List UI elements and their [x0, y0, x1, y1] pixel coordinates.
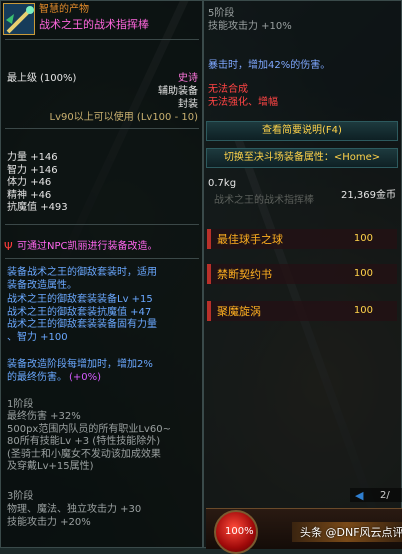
- bind-status: 封装: [178, 99, 198, 110]
- stat-vit: 体力 +46: [7, 177, 52, 188]
- stats-list: 力量 +146 智力 +146 体力 +46 精神 +46 抗魔值 +493: [7, 152, 68, 215]
- npc-modify-icon: Ψ: [4, 240, 13, 253]
- npc-line: 可通过NPC凯丽进行装备改造。: [17, 241, 158, 252]
- price: 21,369金币: [341, 190, 396, 201]
- prev-page-icon[interactable]: ◀: [355, 489, 363, 503]
- watermark: 头条 @DNF风云点评说: [300, 526, 402, 539]
- set-bonus-lines: 战术之王的御敌套装装备Lv +15 战术之王的御敌套装抗魔值 +47 战术之王的…: [7, 294, 157, 343]
- stat-int: 智力 +146: [7, 164, 58, 176]
- baton-icon: [4, 4, 34, 34]
- stage1-lines: 最终伤害 +32% 500px范围内队员的所有职业Lv60~ 80所有技能Lv …: [7, 411, 171, 472]
- crit-line: 暴击时，增加42%的伤害。: [208, 60, 331, 71]
- set-item-row[interactable]: 最佳球手之球 100: [207, 229, 397, 249]
- item-name: 战术之王的战术指挥棒: [39, 18, 149, 31]
- no-reinforce: 无法强化、增幅: [208, 97, 278, 108]
- rarity: 史诗: [178, 73, 198, 84]
- category: 辅助装备: [158, 86, 198, 97]
- hp-orb: 100%: [214, 510, 258, 554]
- pager[interactable]: ◀ 2/: [350, 488, 402, 502]
- weight: 0.7kg: [208, 178, 237, 189]
- page-indicator: 2/: [380, 490, 390, 501]
- hp-label: 100%: [225, 526, 254, 537]
- item-tooltip-left: 智慧的产物 战术之王的战术指挥棒 最上级 (100%) 史诗 辅助装备 封装 Lv…: [0, 0, 203, 548]
- stat-mres: 抗魔值 +493: [7, 202, 68, 213]
- set-desc: 装备战术之王的御敌套装时，适用 装备改造属性。: [7, 267, 157, 291]
- stage5-line: 技能攻击力 +10%: [208, 21, 292, 32]
- item-icon: [3, 3, 35, 35]
- upgrade-desc: 装备改造阶段每增加时，增加2% 的最终伤害。 (+0%): [7, 359, 153, 383]
- level-req: Lv90以上可以使用 (Lv100 - 10): [49, 112, 198, 123]
- set-item-row[interactable]: 聚魔旋涡 100: [207, 301, 397, 321]
- switch-mode-button[interactable]: 切换至决斗场装备属性：<Home>: [206, 148, 398, 168]
- stage3-title: 3阶段: [7, 491, 34, 502]
- item-name-top: 智慧的产物: [39, 4, 89, 15]
- grade: 最上级 (100%): [7, 73, 77, 84]
- stat-spi: 精神 +46: [7, 189, 52, 201]
- stat-str: 力量 +146: [7, 152, 58, 163]
- stage1-title: 1阶段: [7, 399, 34, 410]
- faded-item-name: 战术之王的战术指挥棒: [214, 195, 314, 206]
- set-item-row[interactable]: 禁断契约书 100: [207, 264, 397, 284]
- no-synth: 无法合成: [208, 84, 248, 95]
- view-desc-button[interactable]: 查看简要说明(F4): [206, 121, 398, 141]
- stage5-title: 5阶段: [208, 8, 235, 19]
- stage3-lines: 物理、魔法、独立攻击力 +30 技能攻击力 +20%: [7, 504, 142, 528]
